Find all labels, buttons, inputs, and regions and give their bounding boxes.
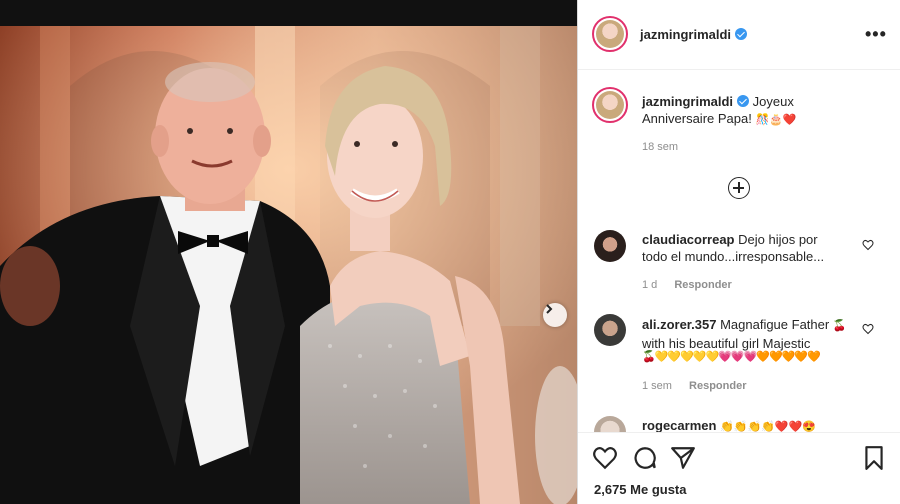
post-photo[interactable] — [0, 26, 577, 504]
caption-time[interactable]: 18 sem — [642, 141, 678, 153]
comment-emojis: 🍒💛💛💛💛💛💗💗💗🧡🧡🧡🧡🧡 — [642, 351, 821, 363]
likes-count[interactable]: 2,675 Me gusta — [594, 482, 687, 497]
verified-badge-icon — [735, 28, 748, 40]
next-arrow-button[interactable] — [543, 303, 567, 327]
reply-button[interactable]: Responder — [689, 380, 746, 392]
comment-username[interactable]: rogecarmen — [642, 418, 716, 433]
caption-avatar[interactable] — [592, 87, 628, 123]
comment-text-line1: Dejo hijos por — [738, 232, 818, 247]
next-arrow-icon — [546, 304, 553, 314]
comment-time[interactable]: 1 d — [642, 279, 657, 291]
comment-meta: 1 sem Responder — [642, 380, 747, 392]
add-comment-icon[interactable] — [728, 177, 750, 199]
comment-text-line2: todo el mundo...irresponsable... — [642, 249, 825, 264]
caption-line2: Anniversaire Papa! — [642, 111, 752, 126]
author-username-text[interactable]: jazmingrimaldi — [640, 27, 731, 42]
comment-text-line2: with his beautiful girl Majestic — [642, 336, 811, 351]
bookmark-icon[interactable] — [861, 445, 887, 471]
instagram-post-window: jazmingrimaldi ••• jazmingrimaldi Joyeux… — [0, 0, 900, 504]
caption-verified-icon — [737, 95, 750, 107]
share-icon[interactable] — [670, 445, 696, 471]
comment-avatar[interactable] — [594, 230, 626, 262]
comment-meta: 1 d Responder — [642, 279, 732, 291]
comment-like-heart-icon[interactable] — [862, 239, 874, 251]
comment-2: ali.zorer.357 Magnafigue Father 🍒 with h… — [642, 316, 857, 352]
comment-1: claudiacorreap Dejo hijos por todo el mu… — [642, 231, 857, 265]
more-icon[interactable]: ••• — [865, 24, 887, 45]
comment-time[interactable]: 1 sem — [642, 380, 672, 392]
comment-text-line1: Magnafigue Father — [720, 317, 830, 332]
photo-illustration — [0, 26, 577, 504]
actions-bar: 2,675 Me gusta — [578, 432, 900, 504]
caption-emojis: 🎊🎂❤️ — [755, 114, 797, 126]
heart-icon[interactable] — [592, 445, 618, 471]
author-avatar[interactable] — [592, 16, 628, 52]
comment-username[interactable]: claudiacorreap — [642, 232, 735, 247]
comment-username[interactable]: ali.zorer.357 — [642, 317, 716, 332]
caption-username[interactable]: jazmingrimaldi — [642, 94, 733, 109]
comment-icon[interactable] — [632, 445, 658, 471]
comment-like-heart-icon[interactable] — [862, 323, 874, 335]
post-sidebar: jazmingrimaldi ••• jazmingrimaldi Joyeux… — [577, 0, 900, 504]
post-header: jazmingrimaldi ••• — [578, 0, 900, 70]
author-username[interactable]: jazmingrimaldi — [640, 27, 748, 42]
comment-avatar[interactable] — [594, 314, 626, 346]
caption-line1: Joyeux — [752, 94, 794, 109]
comment-emoji-tail: 🍒 — [832, 320, 847, 332]
caption: jazmingrimaldi Joyeux Anniversaire Papa!… — [642, 93, 882, 129]
top-bar — [0, 0, 577, 26]
reply-button[interactable]: Responder — [674, 279, 731, 291]
